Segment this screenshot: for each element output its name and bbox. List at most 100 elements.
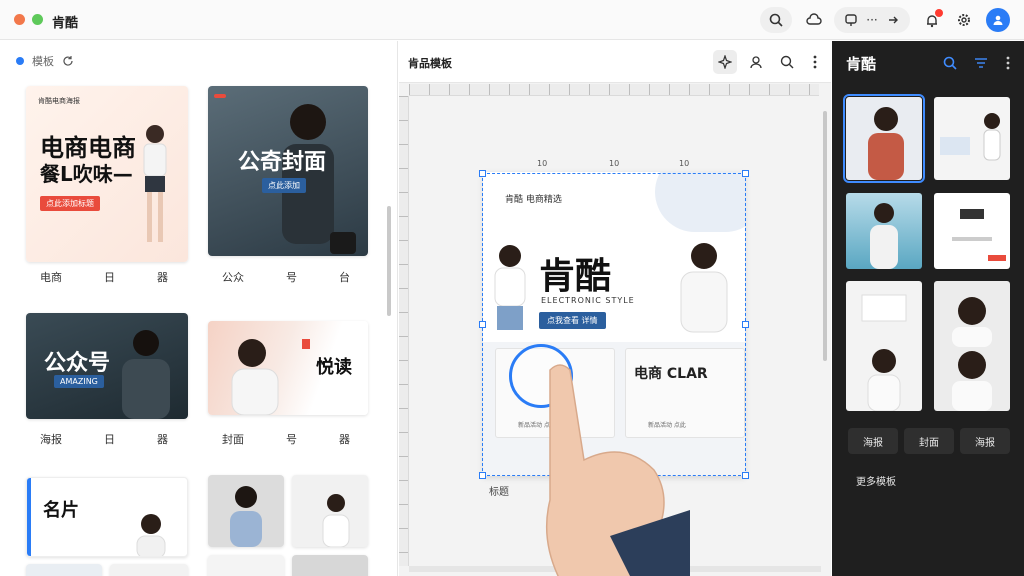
library-header-label: 模板 [32, 55, 54, 68]
card-label: 器 [157, 433, 168, 446]
panel-thumbnail-selected[interactable] [843, 94, 925, 183]
panel-thumbnail[interactable] [846, 281, 922, 411]
model-figure [136, 514, 166, 556]
template-card-ecommerce[interactable]: 肯酷电商海报 电商电商 餐L吹味— 点此添加标题 [26, 86, 188, 262]
card-labels-row2: 海报 日 器 [40, 431, 168, 447]
card-label: 器 [339, 433, 350, 446]
sparkle-icon [718, 55, 732, 69]
card-header: 肯酷电商海报 [38, 97, 80, 105]
ruler-tag: 10 [609, 159, 620, 168]
search-button[interactable] [760, 7, 792, 33]
card-tag [302, 339, 310, 349]
panel-filter-button[interactable] [971, 53, 991, 73]
gear-icon [958, 14, 970, 26]
editor-search-button[interactable] [775, 50, 799, 74]
card-chip: 点此添加 [262, 178, 306, 193]
more-dots: ··· [866, 13, 878, 27]
panel-thumbnail[interactable] [934, 281, 1010, 411]
sync-button[interactable] [800, 7, 828, 33]
card-chip: 点此添加标题 [40, 196, 100, 211]
editor-more-button[interactable] [803, 50, 827, 74]
editor-scrollbar[interactable] [823, 111, 827, 361]
refresh-icon[interactable] [62, 55, 74, 67]
template-card-namecard[interactable]: 名片 [26, 477, 188, 557]
panel-tab-button[interactable]: 海报 [848, 428, 898, 454]
editor-title: 肯品模板 [408, 57, 452, 70]
card-title: 名片 [43, 500, 79, 521]
model-figure [122, 330, 170, 419]
panel-search-button[interactable] [940, 53, 960, 73]
card-label: 号 [286, 433, 297, 446]
template-card-partial[interactable] [110, 564, 188, 576]
user-icon [993, 15, 1003, 25]
more-vertical-icon [813, 55, 817, 69]
namecard-preview [952, 209, 1006, 261]
template-card-partial[interactable] [292, 555, 368, 576]
card-title: 公众号 [44, 351, 111, 376]
resize-handle[interactable] [742, 170, 749, 177]
model-figure [322, 494, 350, 547]
more-vertical-icon [1006, 56, 1010, 70]
template-card-portrait-light[interactable] [292, 475, 368, 547]
hand-pointer-overlay [545, 364, 690, 576]
panel-title: 肯酷 [846, 55, 877, 73]
card-label: 电商 [40, 271, 62, 284]
resize-handle[interactable] [479, 472, 486, 479]
mic-badge [330, 232, 356, 254]
canvas-caption: 标题 [489, 487, 509, 498]
model-figure [231, 339, 279, 415]
notification-badge [935, 9, 943, 17]
model-figure [861, 294, 907, 411]
panel-thumbnail[interactable] [934, 193, 1010, 269]
card-label: 海报 [40, 433, 62, 446]
panel-thumbnail[interactable] [934, 97, 1010, 180]
ruler-tag: 10 [537, 159, 548, 168]
ai-tool-button[interactable] [713, 50, 737, 74]
panel-tab-button[interactable]: 海报 [960, 428, 1010, 454]
panel-tab-button[interactable]: 封面 [904, 428, 954, 454]
card-title: 悦读 [316, 357, 352, 378]
filter-icon [975, 58, 987, 68]
card-label: 封面 [222, 433, 244, 446]
model-figure [952, 297, 992, 411]
right-panel: 肯酷 海报 封面 海报 更多模板 [832, 41, 1024, 576]
resize-handle[interactable] [479, 170, 486, 177]
resize-handle[interactable] [479, 321, 486, 328]
user-avatar[interactable] [986, 8, 1010, 32]
card-title: 公奇封面 [238, 150, 327, 175]
horizontal-ruler [409, 84, 819, 96]
ruler-tag: 10 [679, 159, 690, 168]
template-card-wechat[interactable]: 公众号 AMAZING [26, 313, 188, 419]
user-tool-button[interactable] [744, 50, 768, 74]
template-card-portrait[interactable] [208, 475, 284, 547]
model-figure [143, 125, 167, 242]
card-labels-row1: 电商 日 器 [40, 269, 168, 285]
template-card-partial[interactable] [208, 555, 284, 576]
card-label: 日 [104, 271, 115, 284]
panel-more-button[interactable] [998, 53, 1018, 73]
share-icon [845, 14, 857, 26]
template-card-cover[interactable]: 公奇封面 点此添加 [208, 86, 368, 256]
template-card-reading[interactable]: 悦读 [208, 321, 368, 415]
panel-thumbnail[interactable] [846, 193, 922, 269]
library-scrollbar[interactable] [387, 206, 391, 316]
accent-bar [27, 478, 31, 556]
cloud-sync-icon [806, 13, 822, 25]
editor-header: 肯品模板 [399, 41, 831, 83]
resize-handle[interactable] [742, 321, 749, 328]
card-labels-row1b: 公众 号 台 [222, 269, 350, 285]
panel-footer-link[interactable]: 更多模板 [856, 473, 896, 488]
model-figure [868, 107, 904, 180]
vertical-ruler [399, 96, 409, 566]
window-maximize-dot[interactable] [32, 14, 43, 25]
library-header: 模板 [16, 53, 74, 69]
share-toolbar[interactable]: ··· [834, 7, 910, 33]
resize-handle[interactable] [742, 472, 749, 479]
person-icon [750, 56, 762, 69]
window-close-dot[interactable] [14, 14, 25, 25]
model-figure [870, 203, 898, 269]
settings-button[interactable] [950, 7, 978, 33]
template-card-partial[interactable] [26, 564, 102, 576]
model-figure [230, 486, 262, 547]
model-figure [940, 113, 1001, 161]
